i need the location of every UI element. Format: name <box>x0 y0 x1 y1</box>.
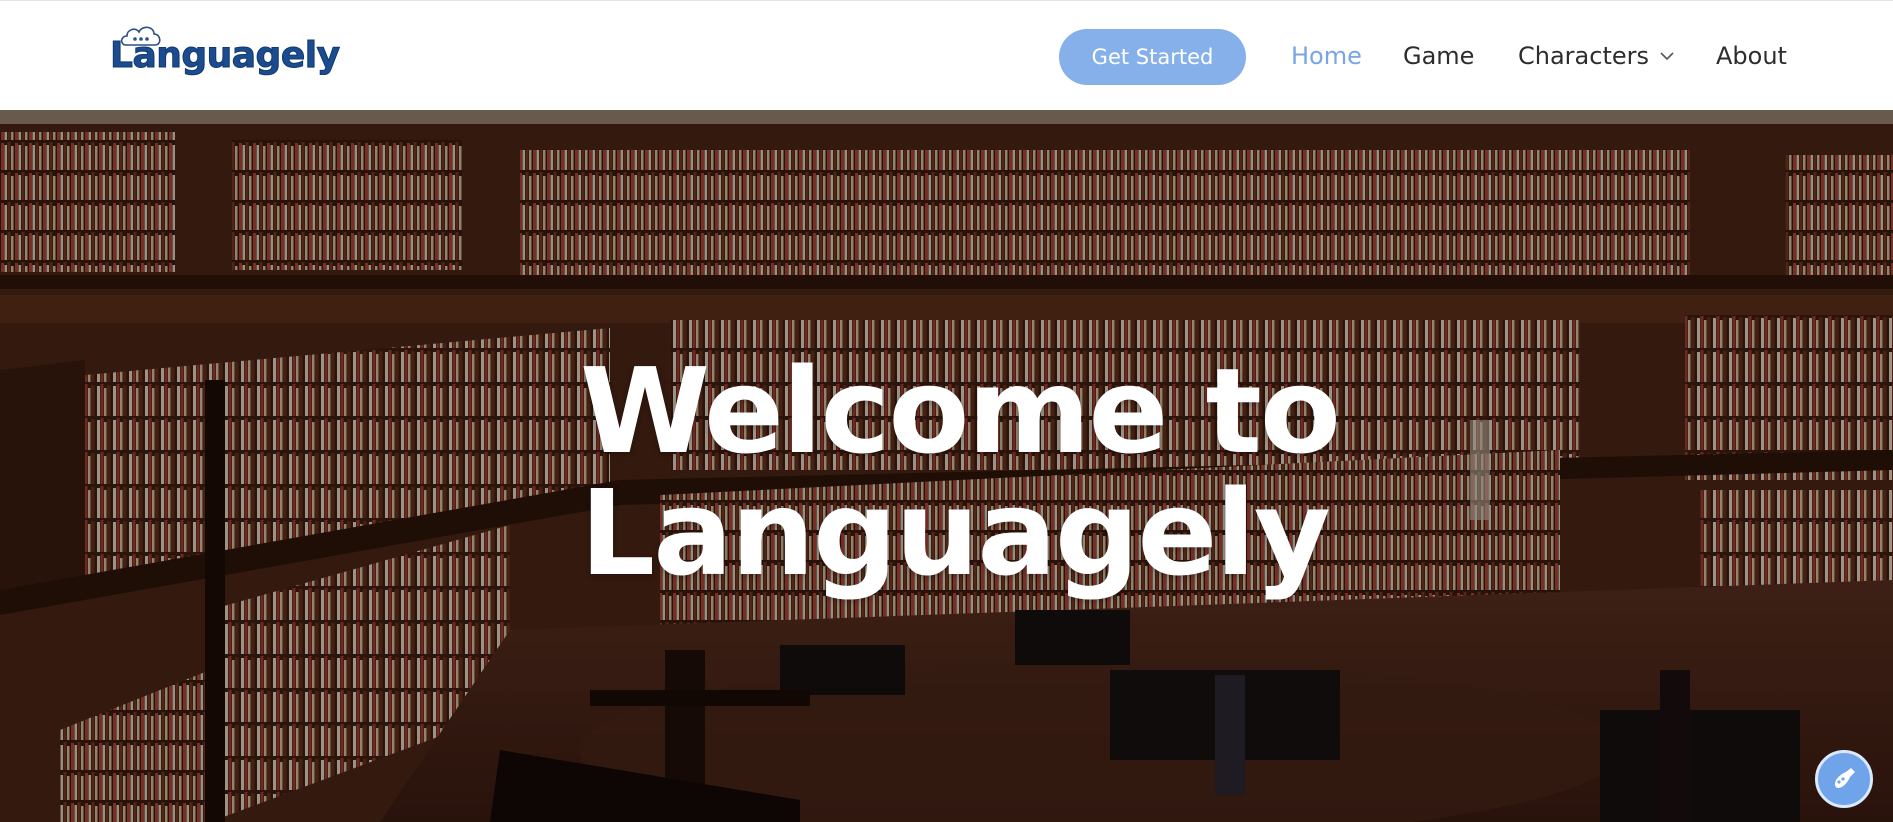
nav-game-link[interactable]: Game <box>1403 41 1474 71</box>
get-started-button[interactable]: Get Started <box>1059 29 1246 85</box>
nav-characters-label: Characters <box>1518 42 1649 70</box>
site-header: Languagely Get Started Home Game Charact… <box>0 0 1893 110</box>
hero-title-line1: Welcome to <box>580 342 1341 480</box>
hero-section: Welcome to Languagely <box>0 110 1893 822</box>
nav-characters-dropdown[interactable]: Characters <box>1518 41 1675 71</box>
hero-title-line2: Languagely <box>580 464 1331 602</box>
logo-wordmark: Languagely <box>110 35 341 77</box>
floating-customize-button[interactable] <box>1815 750 1873 808</box>
hero-title: Welcome to Languagely <box>580 342 1341 602</box>
chevron-down-icon <box>1660 52 1674 61</box>
nav-about-link[interactable]: About <box>1716 41 1787 71</box>
site-logo[interactable]: Languagely <box>110 23 350 83</box>
paint-brush-icon <box>1835 768 1855 788</box>
nav-home-link[interactable]: Home <box>1291 41 1362 71</box>
